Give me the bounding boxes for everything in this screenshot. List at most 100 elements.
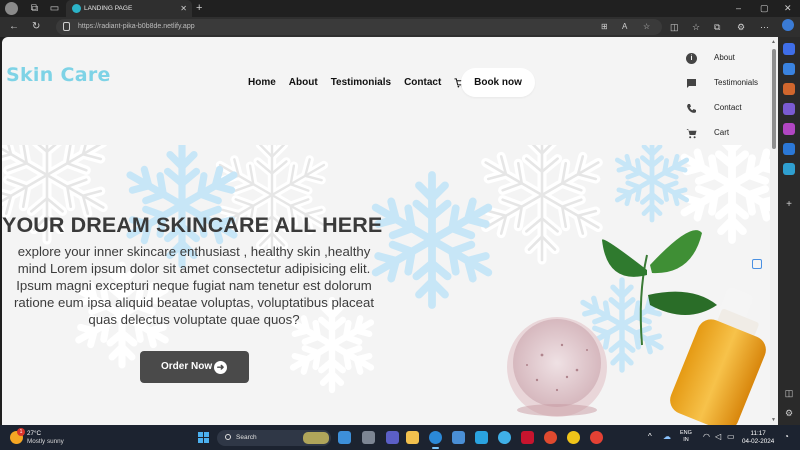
search-sidebar-icon[interactable] xyxy=(783,43,795,55)
maximize-button[interactable]: ▢ xyxy=(760,0,769,16)
address-bar[interactable]: https://radiant-pika-b0b8de.netlify.app … xyxy=(56,19,662,35)
chat-icon xyxy=(687,79,696,88)
lock-icon[interactable] xyxy=(63,22,70,31)
hero-paragraph: explore your inner skincare enthusiast ,… xyxy=(14,244,374,327)
tray-chevron-icon[interactable]: ^ xyxy=(648,432,652,442)
windows-logo-pane xyxy=(204,432,209,437)
minimize-button[interactable]: – xyxy=(736,0,741,16)
weather-badge: 1 xyxy=(17,428,25,436)
weather-condition: Mostly sunny xyxy=(27,438,64,445)
nav-about[interactable]: About xyxy=(289,77,318,88)
favorite-star-icon[interactable]: ☆ xyxy=(643,20,650,34)
settings-icon[interactable]: ⚙ xyxy=(783,407,795,419)
side-item-label: Cart xyxy=(714,128,730,137)
windows-taskbar: 1 27°C Mostly sunny Search ^ ☁ ENG IN ◠ … xyxy=(0,425,800,450)
send-icon[interactable] xyxy=(783,163,795,175)
browser-tab[interactable]: LANDING PAGE ✕ xyxy=(66,0,192,17)
nav-testimonials[interactable]: Testimonials xyxy=(331,77,391,88)
outlook-icon[interactable] xyxy=(783,143,795,155)
profile-icon[interactable] xyxy=(5,2,18,15)
tab-close-icon[interactable]: ✕ xyxy=(180,0,187,17)
edge-sidebar: + ◫ ⚙ xyxy=(778,19,800,425)
side-item-label: Contact xyxy=(714,103,742,112)
side-item-contact[interactable]: Contact xyxy=(684,101,778,126)
brave-icon[interactable] xyxy=(544,431,557,444)
norton-icon[interactable] xyxy=(567,431,580,444)
hero-headline: YOUR DREAM SKINCARE ALL HERE xyxy=(2,213,383,237)
cart-icon xyxy=(686,129,697,139)
site-logo[interactable]: Skin Care xyxy=(6,64,111,86)
close-window-button[interactable]: ✕ xyxy=(784,0,792,16)
order-now-label: Order Now xyxy=(161,361,213,372)
side-item-testimonials[interactable]: Testimonials xyxy=(684,76,778,101)
search-icon xyxy=(225,434,231,440)
volume-icon[interactable]: ◁ xyxy=(715,432,721,442)
nav-contact[interactable]: Contact xyxy=(404,77,441,88)
side-item-label: Testimonials xyxy=(714,78,759,87)
taskbar-search[interactable]: Search xyxy=(217,430,331,446)
extensions-icon[interactable]: ⚙ xyxy=(737,20,745,34)
language-indicator[interactable]: ENG IN xyxy=(680,430,692,444)
onedrive-icon[interactable]: ☁ xyxy=(663,432,671,442)
visual-search-icon[interactable] xyxy=(752,259,762,269)
page-scrollbar[interactable]: ▲ ▼ xyxy=(770,37,778,425)
chat-app-icon[interactable] xyxy=(498,431,511,444)
scroll-up-icon[interactable]: ▲ xyxy=(771,39,776,45)
scrollbar-thumb[interactable] xyxy=(772,49,776,149)
mcafee-icon[interactable] xyxy=(521,431,534,444)
split-screen-icon[interactable]: ◫ xyxy=(670,20,679,34)
info-icon: i xyxy=(686,53,697,64)
notifications-icon[interactable]: ◔ xyxy=(784,432,789,442)
scroll-down-icon[interactable]: ▼ xyxy=(771,417,776,423)
search-placeholder: Search xyxy=(236,434,257,441)
lang-line2: IN xyxy=(683,437,689,443)
arrow-right-icon: ➜ xyxy=(214,361,227,374)
side-item-about[interactable]: i About xyxy=(684,51,778,76)
games-icon[interactable] xyxy=(783,123,795,135)
store-icon[interactable] xyxy=(452,431,465,444)
add-icon[interactable]: + xyxy=(783,199,795,211)
more-menu-icon[interactable]: ⋯ xyxy=(760,20,769,34)
order-now-button[interactable]: Order Now ➜ xyxy=(140,351,249,383)
url-text[interactable]: https://radiant-pika-b0b8de.netlify.app xyxy=(78,19,195,35)
mail-icon[interactable] xyxy=(475,431,488,444)
chrome-icon[interactable] xyxy=(590,431,603,444)
wifi-icon[interactable]: ◠ xyxy=(703,432,710,442)
workspaces-icon[interactable]: ⧉ xyxy=(28,2,41,15)
clock-time: 11:17 xyxy=(750,430,766,437)
refresh-icon[interactable]: ↻ xyxy=(32,20,40,34)
tag-icon[interactable] xyxy=(783,63,795,75)
weather-temp: 27°C xyxy=(27,430,42,437)
main-nav: Home About Testimonials Contact xyxy=(248,77,485,88)
book-now-button[interactable]: Book now xyxy=(461,68,535,97)
active-app-indicator xyxy=(432,447,439,449)
lang-line1: ENG xyxy=(680,430,692,436)
clock-date: 04-02-2024 xyxy=(742,438,775,445)
apps-grid-icon[interactable]: ⊞ xyxy=(601,20,608,34)
windows-logo-pane xyxy=(198,438,203,443)
file-explorer-icon[interactable] xyxy=(406,431,419,444)
collections-icon[interactable]: ⧉ xyxy=(714,20,720,34)
tab-actions-icon[interactable]: ▭ xyxy=(48,2,61,15)
teams-icon[interactable] xyxy=(386,431,399,444)
battery-icon[interactable]: ▭ xyxy=(727,432,735,442)
task-view-icon[interactable] xyxy=(362,431,375,444)
copilot-app-icon[interactable] xyxy=(338,431,351,444)
browser-tab-bar: ⧉ ▭ LANDING PAGE ✕ + – ▢ ✕ xyxy=(0,0,800,17)
phone-icon xyxy=(687,104,696,113)
taskbar-clock[interactable]: 11:17 04-02-2024 xyxy=(742,430,774,446)
sidebar-toggle-icon[interactable]: ◫ xyxy=(783,387,795,399)
read-aloud-icon[interactable]: A xyxy=(622,20,627,34)
edge-browser-icon[interactable] xyxy=(429,431,442,444)
start-button[interactable] xyxy=(198,432,210,444)
shopping-icon[interactable] xyxy=(783,83,795,95)
copilot-icon[interactable] xyxy=(782,19,794,31)
search-highlight-image xyxy=(303,432,329,444)
favorites-icon[interactable]: ☆ xyxy=(692,20,700,34)
new-tab-button[interactable]: + xyxy=(196,0,202,16)
nav-home[interactable]: Home xyxy=(248,77,276,88)
tab-title: LANDING PAGE xyxy=(84,5,133,12)
back-icon[interactable]: ← xyxy=(9,20,19,34)
side-item-label: About xyxy=(714,53,735,62)
tools-icon[interactable] xyxy=(783,103,795,115)
